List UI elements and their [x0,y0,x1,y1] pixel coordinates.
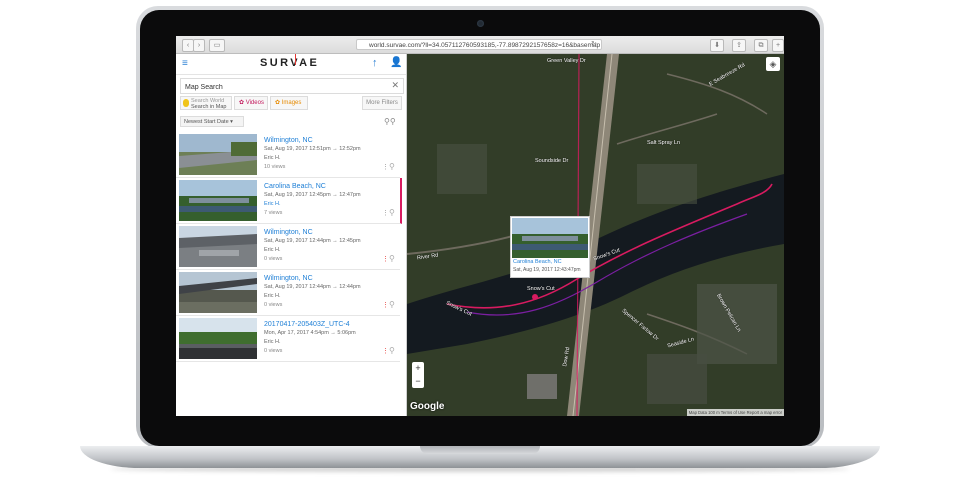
result-title[interactable]: Wilmington, NC [264,137,313,144]
google-logo: Google [410,401,445,412]
result-user: Eric H. [264,293,281,299]
video-thumbnail [179,318,257,359]
app-header: ≡ SURVAE ↑ 👤 [176,54,406,75]
more-options-icon[interactable]: ⋮ [382,301,389,309]
sort-dropdown[interactable]: Newest Start Date ▾ [180,116,244,127]
chevron-down-icon: ▾ [230,119,233,125]
zoom-out-button[interactable]: − [412,375,424,388]
result-views: 0 views [264,348,283,354]
share-icon[interactable]: ⇪ [732,39,746,52]
result-title[interactable]: Wilmington, NC [264,275,313,282]
list-item[interactable]: Wilmington, NC Sat, Aug 19, 2017 12:44pm… [176,224,400,270]
images-label: Images [281,100,302,106]
zoom-in-button[interactable]: + [412,362,424,375]
popup-meta: Sat, Aug 19, 2017 12:43:47pm [513,267,581,273]
map-search-input[interactable] [181,79,387,95]
map-pin-icon[interactable]: ⚲ [389,254,395,263]
result-views: 0 views [264,256,283,262]
browser-toolbar: ‹ › ▭ world.survae.com/?ll=34.0571127605… [176,36,784,54]
search-scope-toggle[interactable]: Search World Search in Map [180,96,232,110]
list-item[interactable]: Carolina Beach, NC Sat, Aug 19, 2017 12:… [176,178,402,224]
map-label: Snow's Cut [527,286,555,292]
more-options-icon[interactable]: ⋮ [382,163,389,171]
video-thumbnail [179,180,257,221]
result-meta: Sat, Aug 19, 2017 12:45pm → 12:47pm [264,192,361,198]
popup-thumbnail [512,218,588,258]
images-filter[interactable]: ✿ Images [270,96,308,110]
logo[interactable]: SURVAE [260,57,319,69]
more-filters-button[interactable]: More Filters [362,96,402,110]
map-label: Salt Spray Ln [647,140,681,146]
map-imagery [407,54,784,416]
video-thumbnail [179,226,257,267]
result-title[interactable]: Wilmington, NC [264,229,313,236]
laptop-notch [420,446,540,454]
new-tab-button[interactable]: + [772,39,784,52]
result-meta: Sat, Aug 19, 2017 12:44pm → 12:44pm [264,284,361,290]
map-label: Green Valley Dr [547,58,586,64]
upload-icon[interactable]: ↑ [372,57,378,69]
result-user: Eric H. [264,155,281,161]
list-item[interactable]: Wilmington, NC Sat, Aug 19, 2017 12:51pm… [176,132,400,178]
search-in-map-label: Search in Map [191,104,227,110]
url-text: world.survae.com/?ll=34.057112760593185,… [369,42,601,49]
results-panel: ≡ SURVAE ↑ 👤 ✕ Search World Search in Ma… [176,54,407,416]
result-views: 0 views [264,302,283,308]
layers-icon[interactable]: ◈ [766,57,780,71]
reload-icon[interactable]: ↻ [590,39,598,50]
video-thumbnail [179,134,257,175]
result-user: Eric H. [264,247,281,253]
list-item[interactable]: 20170417-205403Z_UTC-4 Mon, Apr 17, 2017… [176,316,400,362]
satellite-map[interactable]: Green Valley Dr E Seabreeze Rd Salt Spra… [407,54,784,416]
map-pin-icon[interactable]: ⚲ [389,162,395,171]
more-options-icon[interactable]: ⋮ [382,255,389,263]
zoom-control: + − [412,362,424,388]
map-pin-icon[interactable]: ⚲ [389,346,395,355]
forward-button[interactable]: › [193,39,205,52]
more-options-icon[interactable]: ⋮ [382,347,389,355]
sort-label: Newest Start Date [184,119,229,125]
result-views: 7 views [264,210,283,216]
result-views: 10 views [264,164,286,170]
map-attribution[interactable]: Map Data 100 m Terms of Use Report a map… [686,409,784,416]
result-meta: Mon, Apr 17, 2017 4:54pm → 5:06pm [264,330,356,336]
address-bar[interactable]: world.survae.com/?ll=34.057112760593185,… [356,39,602,50]
search-box: ✕ [180,78,404,95]
tabs-icon[interactable]: ⧉ [754,39,768,52]
toggle-switch-icon [183,99,189,107]
close-icon[interactable]: ✕ [391,80,399,91]
download-icon[interactable]: ⬇ [710,39,724,52]
camera-icon [477,20,484,27]
list-item[interactable]: Wilmington, NC Sat, Aug 19, 2017 12:44pm… [176,270,400,316]
menu-icon[interactable]: ≡ [182,59,191,69]
result-user: Eric H. [264,339,281,345]
videos-label: Videos [245,100,264,106]
filter-bar: Search World Search in Map ✿ Videos ✿ Im… [180,96,402,110]
result-meta: Sat, Aug 19, 2017 12:51pm → 12:52pm [264,146,361,152]
result-user: Eric H. [264,201,281,207]
more-options-icon[interactable]: ⋮ [382,209,389,217]
user-icon[interactable]: 👤 [390,57,402,68]
popup-title[interactable]: Carolina Beach, NC [513,259,562,265]
video-thumbnail [179,272,257,313]
map-pins-icon[interactable]: ⚲⚲ [384,117,396,126]
videos-filter[interactable]: ✿ Videos [234,96,268,110]
video-filter-icon: ✿ [239,100,245,106]
image-filter-icon: ✿ [275,100,281,106]
result-title[interactable]: 20170417-205403Z_UTC-4 [264,321,350,328]
result-meta: Sat, Aug 19, 2017 12:44pm → 12:45pm [264,238,361,244]
logo-mark [295,54,296,65]
map-pin-icon[interactable]: ⚲ [389,300,395,309]
screen: ‹ › ▭ world.survae.com/?ll=34.0571127605… [176,36,784,416]
map-pin-icon[interactable]: ⚲ [389,208,395,217]
map-label: Soundside Dr [535,158,569,164]
map-popup[interactable]: Carolina Beach, NC Sat, Aug 19, 2017 12:… [510,216,590,278]
result-title[interactable]: Carolina Beach, NC [264,183,326,190]
sidebar-toggle-icon[interactable]: ▭ [209,39,225,52]
